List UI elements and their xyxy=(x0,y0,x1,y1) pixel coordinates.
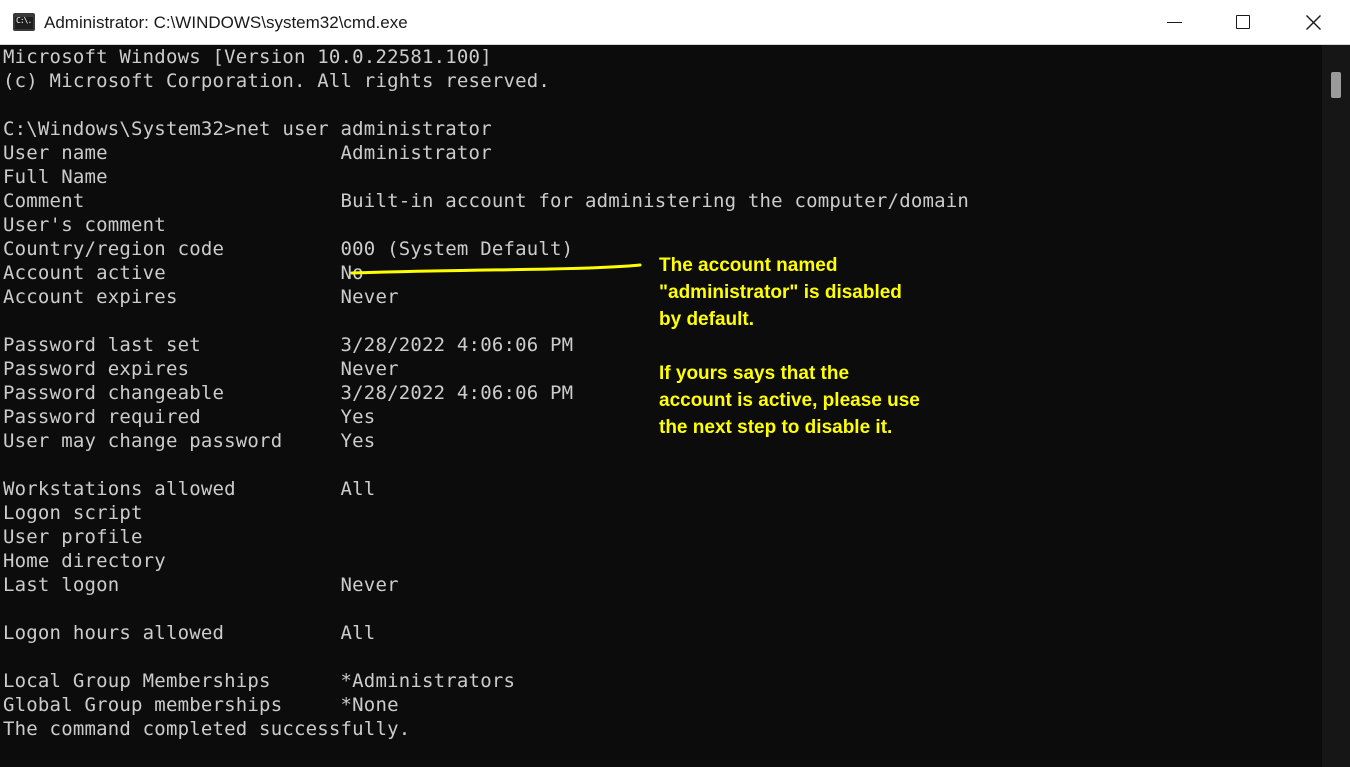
console-line: User may change password Yes xyxy=(3,430,376,452)
console-line: Account expires Never xyxy=(3,286,399,308)
close-button[interactable] xyxy=(1278,0,1348,45)
title-bar[interactable]: C:\. Administrator: C:\WINDOWS\system32\… xyxy=(0,0,1350,45)
console-line: Comment Built-in account for administeri… xyxy=(3,190,970,212)
cmd-window: C:\. Administrator: C:\WINDOWS\system32\… xyxy=(0,0,1350,767)
annotation-line: by default. xyxy=(659,309,755,330)
console-line: Password last set 3/28/2022 4:06:06 PM xyxy=(3,334,574,356)
console-line: The command completed successfully. xyxy=(3,718,411,740)
annotation-note-2: If yours says that the account is active… xyxy=(659,360,959,441)
highlight-underline xyxy=(350,263,642,275)
console-line: Password expires Never xyxy=(3,358,399,380)
annotation-line: the next step to disable it. xyxy=(659,417,893,438)
console-line: Country/region code 000 (System Default) xyxy=(3,238,574,260)
console-line: User profile xyxy=(3,526,143,548)
console-line: User's comment xyxy=(3,214,166,236)
minimize-button[interactable] xyxy=(1138,0,1208,45)
console-line: Microsoft Windows [Version 10.0.22581.10… xyxy=(3,46,492,68)
annotation-line: account is active, please use xyxy=(659,390,920,411)
console-line: Logon script xyxy=(3,502,143,524)
console-line: Logon hours allowed All xyxy=(3,622,376,644)
console-line: (c) Microsoft Corporation. All rights re… xyxy=(3,70,551,92)
console-line: C:\Windows\System32>net user administrat… xyxy=(3,118,492,140)
console-line: Full Name xyxy=(3,166,108,188)
annotation-line: The account named xyxy=(659,255,838,276)
window-title: Administrator: C:\WINDOWS\system32\cmd.e… xyxy=(44,13,408,32)
maximize-button[interactable] xyxy=(1208,0,1278,45)
console-line: Account active No xyxy=(3,262,364,284)
close-icon xyxy=(1306,15,1321,30)
cmd-icon[interactable]: C:\. xyxy=(13,13,35,31)
annotation-line: "administrator" is disabled xyxy=(659,282,902,303)
console-line: Global Group memberships *None xyxy=(3,694,399,716)
scrollbar-thumb[interactable] xyxy=(1331,72,1341,98)
vertical-scrollbar[interactable] xyxy=(1322,45,1350,767)
cmd-icon-label: C:\. xyxy=(16,16,32,25)
annotation-line: If yours says that the xyxy=(659,363,850,384)
console-line: Last logon Never xyxy=(3,574,399,596)
annotation-note-1: The account named "administrator" is dis… xyxy=(659,252,959,333)
console-line: User name Administrator xyxy=(3,142,492,164)
maximize-icon xyxy=(1236,15,1250,29)
minimize-icon xyxy=(1167,22,1182,23)
console-line: Home directory xyxy=(3,550,166,572)
console-line: Workstations allowed All xyxy=(3,478,376,500)
console-line: Password required Yes xyxy=(3,406,376,428)
console-line: Local Group Memberships *Administrators xyxy=(3,670,516,692)
console-line: Password changeable 3/28/2022 4:06:06 PM xyxy=(3,382,574,404)
